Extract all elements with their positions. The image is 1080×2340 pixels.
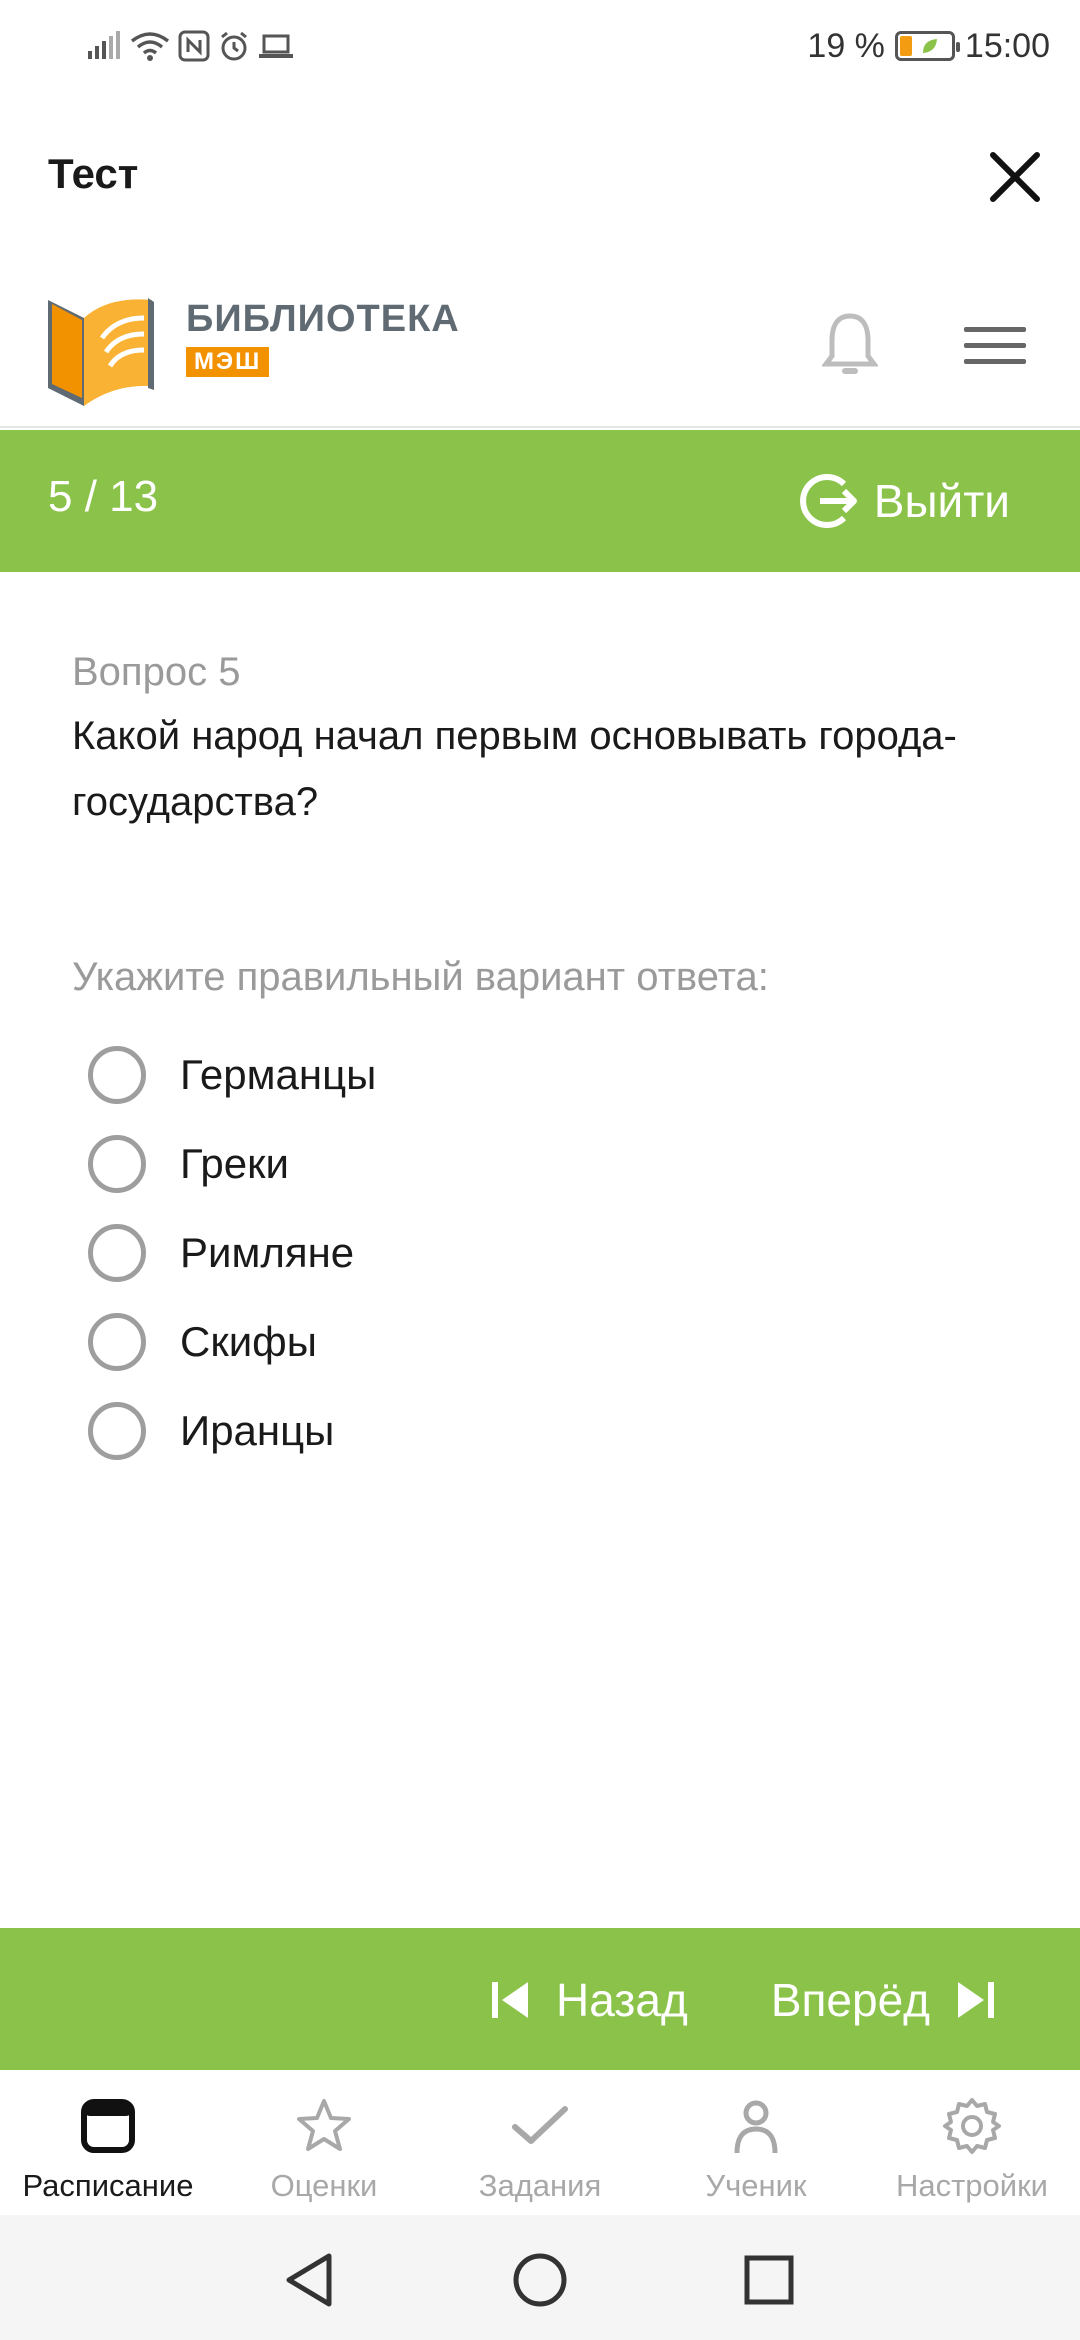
question-progress-bar: 5 / 13 Выйти: [0, 430, 1080, 572]
circle-home-icon: [513, 2253, 567, 2307]
bell-icon: [822, 313, 878, 374]
status-right: 19 % 15:00: [807, 24, 1050, 68]
answer-hint: Укажите правильный вариант ответа:: [72, 955, 769, 999]
signal-icon: [88, 31, 120, 59]
status-bar: 19 % 15:00: [0, 0, 1080, 92]
logo-subtitle: МЭШ: [186, 347, 270, 377]
tab-schedule[interactable]: Расписание: [0, 2070, 216, 2215]
status-time: 15:00: [964, 26, 1050, 65]
close-button[interactable]: [980, 142, 1050, 212]
exit-label: Выйти: [873, 475, 1010, 527]
radio-button[interactable]: [88, 1134, 146, 1193]
system-recents-button[interactable]: [734, 2245, 804, 2315]
system-back-button[interactable]: [274, 2245, 344, 2315]
logo-title: БИБЛИОТЕКА: [186, 298, 460, 340]
status-icons: [86, 24, 294, 68]
option-label: Римляне: [180, 1228, 355, 1276]
radio-button[interactable]: [88, 1312, 146, 1371]
back-button[interactable]: Назад: [490, 1964, 688, 2036]
tab-label: Задания: [478, 2168, 602, 2203]
option-label: Германцы: [180, 1050, 377, 1098]
menu-icon: [964, 326, 1026, 332]
star-icon: [297, 2099, 351, 2151]
calendar-icon: [81, 2099, 135, 2153]
tab-label: Расписание: [22, 2168, 194, 2203]
radio-button[interactable]: [88, 1223, 146, 1282]
answer-options: Германцы Греки Римляне Скифы Иранцы: [88, 1030, 988, 1475]
alarm-icon: [221, 31, 247, 61]
bottom-tab-bar: Расписание Оценки Задания Ученик Настрой…: [0, 2070, 1080, 2215]
question-counter: 5 / 13: [48, 472, 159, 521]
answer-option[interactable]: Германцы: [88, 1030, 988, 1119]
tab-label: Оценки: [270, 2168, 378, 2203]
wifi-icon: [130, 32, 170, 61]
exit-icon: [799, 474, 857, 528]
person-icon: [734, 2100, 778, 2154]
radio-button[interactable]: [88, 1045, 146, 1104]
next-button[interactable]: Вперёд: [771, 1964, 996, 2036]
tab-settings[interactable]: Настройки: [864, 2070, 1080, 2215]
tab-label: Настройки: [895, 2168, 1048, 2203]
option-label: Греки: [180, 1139, 289, 1187]
close-icon: [990, 152, 1040, 202]
square-recents-icon: [744, 2255, 794, 2305]
question-block: Вопрос 5 Какой народ начал первым основы…: [72, 650, 1012, 835]
tab-student[interactable]: Ученик: [648, 2070, 864, 2215]
radio-button[interactable]: [88, 1401, 146, 1460]
triangle-back-icon: [286, 2253, 332, 2307]
notifications-button[interactable]: [818, 310, 882, 380]
option-label: Иранцы: [180, 1406, 335, 1454]
page-title: Тест: [48, 150, 139, 197]
question-navigation: Назад Вперёд: [0, 1928, 1080, 2070]
exit-button[interactable]: Выйти: [796, 464, 1010, 538]
menu-button[interactable]: [964, 314, 1026, 376]
answer-option[interactable]: Греки: [88, 1119, 988, 1208]
app-bar: Тест: [0, 92, 1080, 262]
tab-assignments[interactable]: Задания: [432, 2070, 648, 2215]
nfc-icon: [178, 30, 210, 62]
answer-option[interactable]: Скифы: [88, 1297, 988, 1386]
question-text: Какой народ начал первым основывать горо…: [72, 714, 957, 824]
back-label: Назад: [556, 1974, 688, 2026]
laptop-icon: [259, 34, 293, 58]
check-icon: [512, 2106, 568, 2144]
next-label: Вперёд: [770, 1974, 930, 2026]
battery-percent: 19 %: [807, 26, 885, 65]
tab-grades[interactable]: Оценки: [216, 2070, 432, 2215]
system-navigation-bar: [0, 2215, 1080, 2340]
tab-label: Ученик: [705, 2168, 807, 2203]
system-home-button[interactable]: [505, 2245, 575, 2315]
battery-icon: [894, 31, 960, 61]
skip-forward-icon: [958, 1982, 994, 2018]
answer-option[interactable]: Римляне: [88, 1208, 988, 1297]
skip-back-icon: [492, 1982, 528, 2018]
option-label: Скифы: [180, 1317, 317, 1365]
logo-text: БИБЛИОТЕКА МЭШ: [186, 298, 460, 377]
answer-option[interactable]: Иранцы: [88, 1386, 988, 1475]
gear-icon: [943, 2098, 1001, 2154]
library-header: БИБЛИОТЕКА МЭШ: [0, 262, 1080, 428]
question-number: Вопрос 5: [72, 650, 241, 694]
library-logo[interactable]: [44, 278, 164, 408]
